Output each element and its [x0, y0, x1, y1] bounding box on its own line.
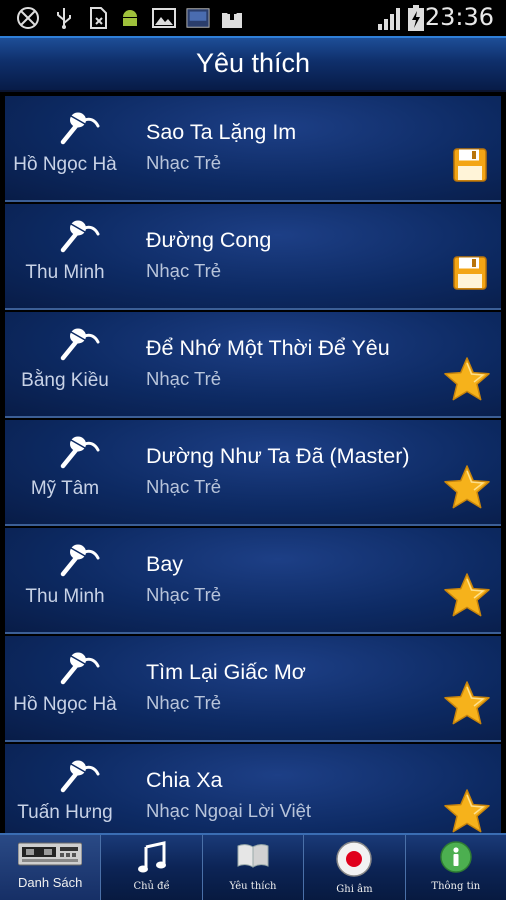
clock: 23:36: [424, 3, 494, 31]
book-icon: [236, 841, 270, 874]
artist-name: Hồ Ngọc Hà: [13, 154, 117, 175]
song-row[interactable]: Hồ Ngọc Hà Tìm Lại Giấc Mơ Nhạc Trẻ: [5, 636, 501, 742]
song-row[interactable]: Bằng Kiều Để Nhớ Một Thời Để Yêu Nhạc Trẻ: [5, 312, 501, 418]
song-title: Chia Xa: [146, 768, 223, 792]
tab-danh-sach[interactable]: Danh Sách: [0, 835, 102, 900]
song-genre: Nhạc Trẻ: [146, 152, 222, 173]
usb-icon: [52, 6, 76, 30]
screenshot-icon: [186, 6, 210, 30]
tab-ghi-am[interactable]: Ghi âm: [304, 835, 406, 900]
microphone-icon: [57, 756, 103, 796]
tab-yeu-thich[interactable]: Yêu thích: [203, 835, 305, 900]
tab-label: Yêu thích: [229, 881, 277, 892]
song-row[interactable]: Hồ Ngọc Hà Sao Ta Lặng Im Nhạc Trẻ: [5, 96, 501, 202]
artist-name: Thu Minh: [25, 586, 105, 607]
song-title: Dường Như Ta Đã (Master): [146, 444, 410, 468]
song-title: Bay: [146, 552, 184, 576]
save-icon[interactable]: [453, 256, 487, 290]
status-bar: 23:36: [0, 0, 506, 36]
image-icon: [152, 6, 176, 30]
favorites-list[interactable]: Hồ Ngọc Hà Sao Ta Lặng Im Nhạc Trẻ Thu Minh…: [5, 96, 501, 833]
upload-icon: [220, 6, 244, 30]
song-genre: Nhạc Ngoại Lời Việt: [146, 800, 312, 821]
microphone-icon: [57, 540, 103, 580]
artist-name: Tuấn Hưng: [17, 802, 113, 823]
gps-off-icon: [16, 6, 40, 30]
microphone-icon: [57, 324, 103, 364]
info-icon: [440, 841, 472, 878]
tab-chu-de[interactable]: Chủ đề: [101, 835, 203, 900]
artist-name: Mỹ Tâm: [30, 478, 100, 499]
page-title: Yêu thích: [195, 48, 311, 78]
song-title: Sao Ta Lặng Im: [146, 120, 297, 144]
favorite-star-icon[interactable]: [443, 356, 491, 402]
favorite-star-icon[interactable]: [443, 572, 491, 618]
favorite-star-icon[interactable]: [443, 464, 491, 510]
cassette-deck-icon: [17, 841, 83, 872]
song-row[interactable]: Thu Minh Bay Nhạc Trẻ: [5, 528, 501, 634]
favorite-star-icon[interactable]: [443, 680, 491, 726]
tab-thong-tin[interactable]: Thông tin: [406, 835, 506, 900]
song-row[interactable]: Mỹ Tâm Dường Như Ta Đã (Master) Nhạc Trẻ: [5, 420, 501, 526]
microphone-icon: [57, 648, 103, 688]
song-genre: Nhạc Trẻ: [146, 260, 222, 281]
signal-icon: [378, 8, 402, 30]
favorite-star-icon[interactable]: [443, 788, 491, 833]
tab-bar: Danh Sách Chủ đề Yêu thích Ghi âm Thông …: [0, 833, 506, 900]
microphone-icon: [57, 432, 103, 472]
artist-name: Thu Minh: [25, 262, 105, 283]
microphone-icon: [57, 108, 103, 148]
song-genre: Nhạc Trẻ: [146, 584, 222, 605]
song-row[interactable]: Thu Minh Đường Cong Nhạc Trẻ: [5, 204, 501, 310]
save-icon[interactable]: [453, 148, 487, 182]
artist-name: Bằng Kiều: [21, 370, 109, 391]
android-debug-icon: [118, 6, 142, 30]
sim-card-icon: [86, 6, 110, 30]
record-icon: [336, 841, 373, 882]
song-row[interactable]: Tuấn Hưng Chia Xa Nhạc Ngoại Lời Việt: [5, 744, 501, 833]
tab-label: Ghi âm: [336, 884, 373, 895]
microphone-icon: [57, 216, 103, 256]
song-genre: Nhạc Trẻ: [146, 692, 222, 713]
tab-label: Chủ đề: [133, 881, 170, 892]
tab-label: Danh Sách: [18, 875, 83, 890]
tab-label: Thông tin: [431, 881, 481, 892]
song-title: Đường Cong: [146, 228, 272, 252]
song-genre: Nhạc Trẻ: [146, 368, 222, 389]
artist-name: Hồ Ngọc Hà: [13, 694, 117, 715]
header: Yêu thích: [0, 36, 506, 92]
song-genre: Nhạc Trẻ: [146, 476, 222, 497]
song-title: Để Nhớ Một Thời Để Yêu: [146, 336, 390, 360]
music-note-icon: [136, 841, 168, 878]
song-title: Tìm Lại Giấc Mơ: [146, 660, 306, 684]
